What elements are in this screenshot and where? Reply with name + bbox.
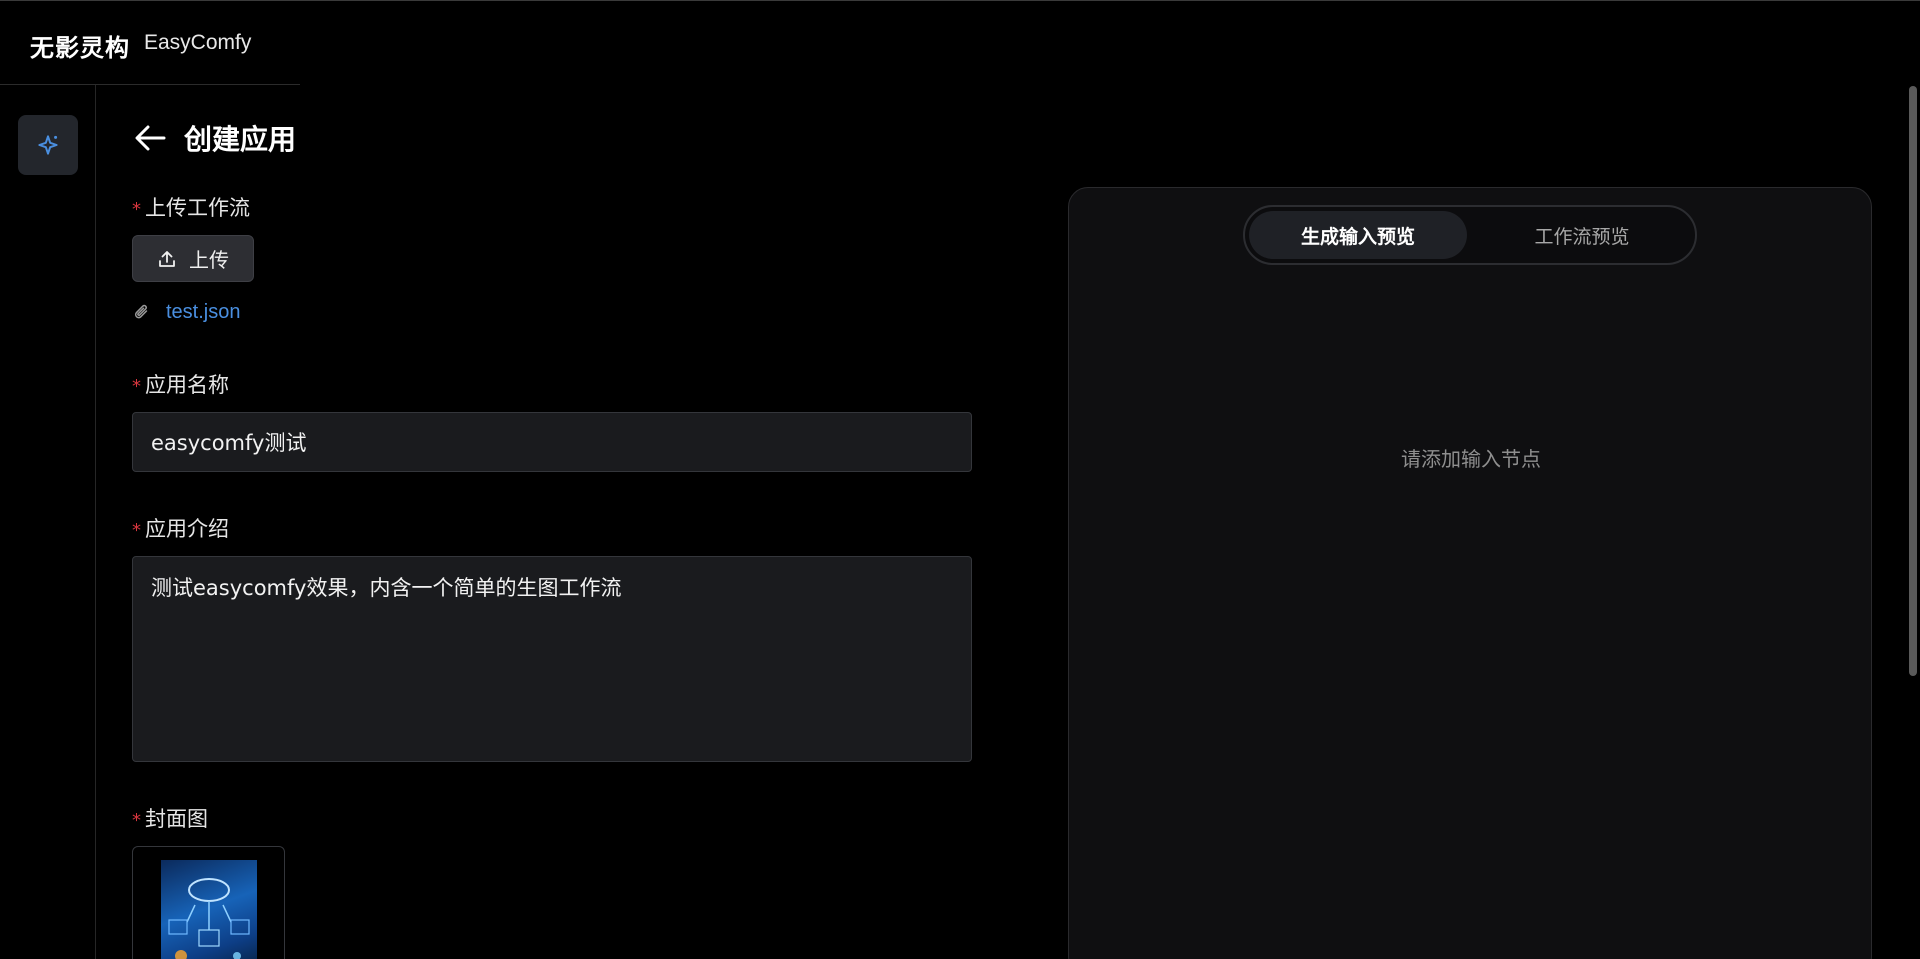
page-header: 创建应用 [132, 118, 296, 158]
app-intro-label-text: 应用介绍 [145, 517, 229, 541]
sparkle-icon [38, 135, 58, 155]
app-name-input[interactable]: easycomfy测试 [132, 412, 972, 472]
app-name-label: * 应用名称 [132, 369, 229, 399]
uploaded-file: test.json [132, 298, 240, 326]
required-mark: * [132, 520, 141, 541]
page-scrollbar[interactable] [1909, 86, 1917, 676]
cover-image-upload[interactable] [132, 846, 285, 959]
cover-image-artwork [168, 878, 250, 959]
upload-workflow-label-text: 上传工作流 [145, 196, 250, 220]
required-mark: * [132, 810, 141, 831]
empty-hint: 请添加输入节点 [1401, 447, 1541, 471]
tab-input-preview[interactable]: 生成输入预览 [1249, 211, 1467, 259]
required-mark: * [132, 199, 141, 220]
upload-button[interactable]: 上传 [132, 235, 254, 282]
brand-name-en: EasyComfy [144, 31, 252, 54]
app-name-value: easycomfy测试 [151, 431, 307, 455]
back-arrow-icon[interactable] [132, 120, 168, 156]
app-intro-value: 测试easycomfy效果，内含一个简单的生图工作流 [151, 576, 622, 600]
brand-name-cn: 无影灵构 [30, 34, 130, 62]
required-mark: * [132, 376, 141, 397]
upload-workflow-label: * 上传工作流 [132, 192, 250, 222]
upload-button-label: 上传 [189, 248, 229, 272]
page-title: 创建应用 [184, 123, 297, 156]
sidebar [0, 85, 96, 959]
app-name-label-text: 应用名称 [145, 373, 229, 397]
cover-image [161, 860, 257, 959]
preview-tabs: 生成输入预览 工作流预览 [1243, 205, 1697, 265]
upload-icon [159, 250, 175, 267]
brand-header: 无影灵构 EasyComfy [0, 0, 300, 85]
file-name-link[interactable]: test.json [166, 301, 240, 324]
sidebar-item-create-app[interactable] [18, 115, 78, 175]
cover-label-text: 封面图 [145, 807, 208, 831]
preview-panel: 生成输入预览 工作流预览 请添加输入节点 [1068, 187, 1872, 959]
cover-label: * 封面图 [132, 803, 208, 833]
app-intro-label: * 应用介绍 [132, 513, 229, 543]
paperclip-icon [134, 304, 148, 319]
app-intro-textarea[interactable]: 测试easycomfy效果，内含一个简单的生图工作流 [132, 556, 972, 762]
tab-workflow-preview[interactable]: 工作流预览 [1473, 211, 1691, 259]
